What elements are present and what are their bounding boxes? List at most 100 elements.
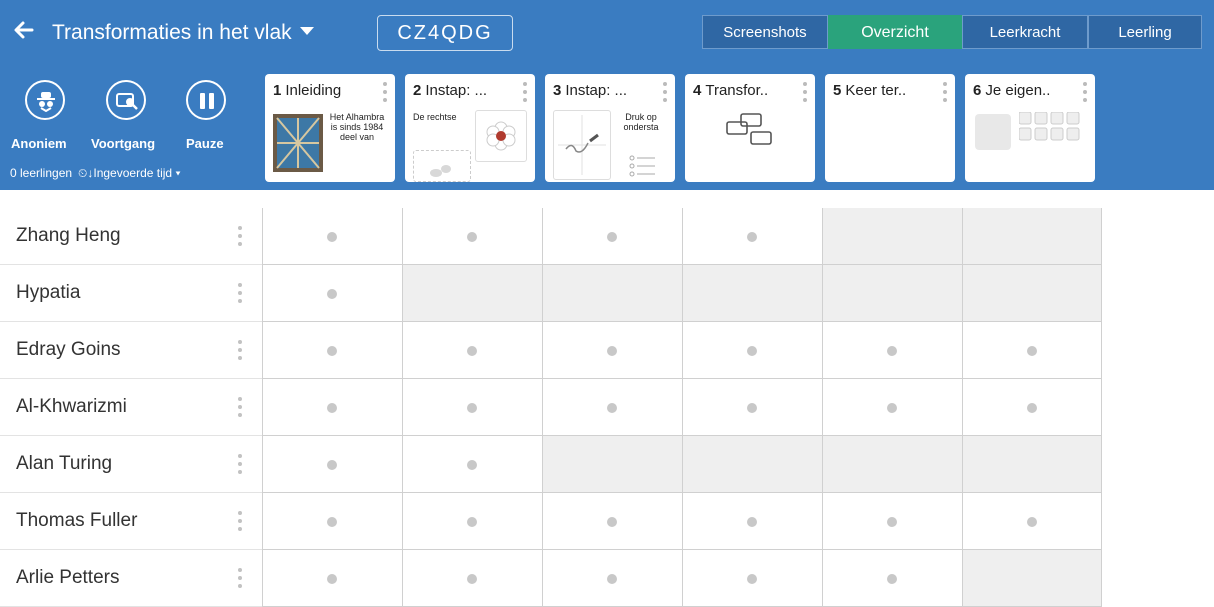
time-sort-dropdown[interactable]: ⏲↓Ingevoerde tijd ▾ bbox=[78, 166, 181, 181]
slide-thumbnail-text: De rechtse bbox=[413, 112, 457, 122]
progress-cell[interactable] bbox=[542, 493, 682, 550]
more-options-icon[interactable] bbox=[803, 82, 807, 106]
slide-title-text: Instap: ... bbox=[425, 82, 488, 99]
progress-dot-icon bbox=[327, 460, 337, 470]
more-options-icon[interactable] bbox=[1083, 82, 1087, 106]
progress-cell[interactable] bbox=[682, 493, 822, 550]
drawing-icon bbox=[553, 110, 611, 180]
session-code: CZ4QDG bbox=[377, 15, 513, 51]
progress-cell[interactable] bbox=[262, 379, 402, 436]
progress-cell bbox=[962, 436, 1102, 493]
student-menu-icon[interactable] bbox=[238, 397, 242, 421]
slide-title-text: Je eigen.. bbox=[985, 82, 1051, 99]
progress-cell[interactable] bbox=[682, 208, 822, 265]
slide-title: 6 Je eigen.. bbox=[973, 82, 1050, 99]
student-name-cell: Hypatia bbox=[0, 265, 262, 322]
progress-cell[interactable] bbox=[822, 550, 962, 607]
progress-cell[interactable] bbox=[822, 322, 962, 379]
progress-cell[interactable] bbox=[542, 208, 682, 265]
progress-cell bbox=[822, 208, 962, 265]
slide-title-text: Keer ter.. bbox=[845, 82, 907, 99]
progress-cell bbox=[542, 265, 682, 322]
student-row: Thomas Fuller bbox=[0, 493, 1102, 550]
slide-thumbnail: Druk op ondersta bbox=[553, 110, 667, 180]
more-options-icon[interactable] bbox=[943, 82, 947, 106]
more-options-icon[interactable] bbox=[383, 82, 387, 106]
student-menu-icon[interactable] bbox=[238, 454, 242, 478]
student-name: Zhang Heng bbox=[16, 225, 121, 246]
voortgang-label: Voortgang bbox=[91, 136, 156, 151]
progress-cell[interactable] bbox=[822, 379, 962, 436]
progress-dot-icon bbox=[607, 346, 617, 356]
tab-screenshots[interactable]: Screenshots bbox=[702, 15, 828, 49]
slide-number: 4 bbox=[693, 82, 702, 99]
progress-cell[interactable] bbox=[402, 208, 542, 265]
tab-overzicht[interactable]: Overzicht bbox=[828, 15, 962, 49]
student-name-cell: Alan Turing bbox=[0, 436, 262, 493]
more-options-icon[interactable] bbox=[523, 82, 527, 106]
more-options-icon[interactable] bbox=[663, 82, 667, 106]
student-menu-icon[interactable] bbox=[238, 226, 242, 250]
back-arrow-icon[interactable] bbox=[10, 16, 38, 44]
progress-cell[interactable] bbox=[542, 322, 682, 379]
progress-cell[interactable] bbox=[262, 493, 402, 550]
progress-cell[interactable] bbox=[682, 550, 822, 607]
student-row: Edray Goins bbox=[0, 322, 1102, 379]
progress-cell[interactable] bbox=[402, 436, 542, 493]
slide-title: 3 Instap: ... bbox=[553, 82, 627, 99]
progress-cell[interactable] bbox=[542, 550, 682, 607]
slide-card-6[interactable]: 6 Je eigen.. bbox=[965, 74, 1095, 182]
chevron-down-icon bbox=[299, 27, 314, 36]
slide-number: 2 bbox=[413, 82, 422, 99]
tab-leerling[interactable]: Leerling bbox=[1088, 15, 1202, 49]
progress-cell[interactable] bbox=[542, 379, 682, 436]
progress-cell[interactable] bbox=[962, 493, 1102, 550]
slide-card-2[interactable]: 2 Instap: ... De rechtse bbox=[405, 74, 535, 182]
anoniem-button[interactable] bbox=[25, 80, 65, 120]
pauze-button[interactable] bbox=[186, 80, 226, 120]
progress-dot-icon bbox=[607, 232, 617, 242]
slide-number: 3 bbox=[553, 82, 562, 99]
progress-cell[interactable] bbox=[402, 550, 542, 607]
student-name-cell: Thomas Fuller bbox=[0, 493, 262, 550]
progress-dot-icon bbox=[607, 517, 617, 527]
progress-cell[interactable] bbox=[262, 436, 402, 493]
slide-card-1[interactable]: 1 Inleiding Het Alhambra is sinds 1984 de… bbox=[265, 74, 395, 182]
transform-shapes-icon bbox=[726, 113, 772, 145]
progress-cell bbox=[682, 436, 822, 493]
progress-cell[interactable] bbox=[402, 379, 542, 436]
progress-cell[interactable] bbox=[402, 322, 542, 379]
student-menu-icon[interactable] bbox=[238, 340, 242, 364]
progress-dot-icon bbox=[327, 403, 337, 413]
lesson-title-dropdown[interactable]: Transformaties in het vlak bbox=[52, 21, 314, 45]
progress-cell[interactable] bbox=[402, 493, 542, 550]
student-name: Thomas Fuller bbox=[16, 510, 138, 531]
student-name: Hypatia bbox=[16, 282, 81, 303]
progress-dot-icon bbox=[327, 346, 337, 356]
progress-dot-icon bbox=[887, 574, 897, 584]
slide-title-text: Instap: ... bbox=[565, 82, 628, 99]
progress-cell[interactable] bbox=[262, 550, 402, 607]
slide-card-3[interactable]: 3 Instap: ... Druk op ondersta bbox=[545, 74, 675, 182]
student-row: Hypatia bbox=[0, 265, 1102, 322]
progress-cell[interactable] bbox=[262, 208, 402, 265]
progress-cell[interactable] bbox=[962, 322, 1102, 379]
anoniem-label: Anoniem bbox=[11, 136, 67, 151]
slide-number: 6 bbox=[973, 82, 982, 99]
voortgang-button[interactable] bbox=[106, 80, 146, 120]
slide-card-5[interactable]: 5 Keer ter.. bbox=[825, 74, 955, 182]
student-menu-icon[interactable] bbox=[238, 511, 242, 535]
progress-cell[interactable] bbox=[682, 322, 822, 379]
progress-cell[interactable] bbox=[962, 379, 1102, 436]
student-menu-icon[interactable] bbox=[238, 283, 242, 307]
time-sort-label: Ingevoerde tijd bbox=[93, 166, 173, 180]
tab-leerkracht[interactable]: Leerkracht bbox=[962, 15, 1088, 49]
progress-cell[interactable] bbox=[262, 322, 402, 379]
progress-cell[interactable] bbox=[822, 493, 962, 550]
student-menu-icon[interactable] bbox=[238, 568, 242, 592]
slide-thumbnail: De rechtse bbox=[413, 110, 527, 182]
progress-cell[interactable] bbox=[682, 379, 822, 436]
progress-cell[interactable] bbox=[262, 265, 402, 322]
slide-card-4[interactable]: 4 Transfor.. bbox=[685, 74, 815, 182]
flower-image bbox=[475, 110, 527, 162]
